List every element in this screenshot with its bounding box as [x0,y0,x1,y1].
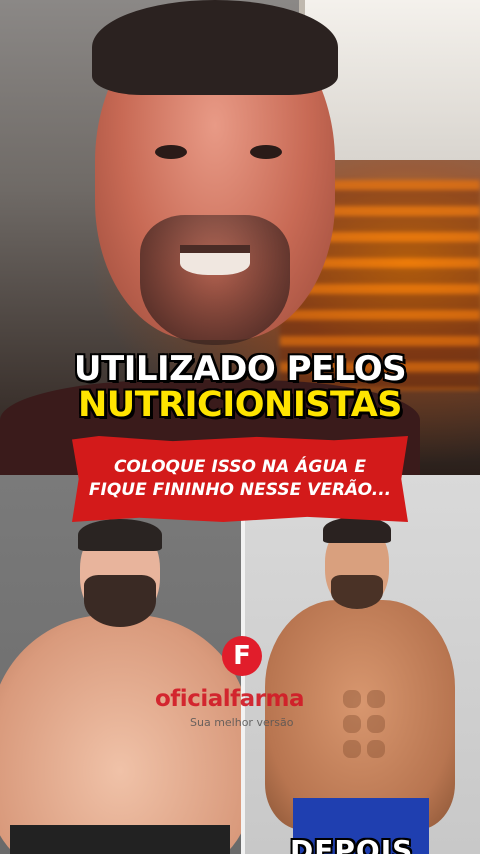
speaker-eye-right [250,145,282,159]
after-body [265,600,455,830]
before-shorts [10,825,230,854]
banner-line-1: COLOQUE ISSO NA ÁGUA E [113,457,367,477]
brand-logo-icon: F [222,636,262,676]
brand-watermark: oficialfarma [155,686,304,712]
brand-tagline: Sua melhor versão [190,716,294,729]
after-abs-2 [367,690,385,708]
speaker-eye-left [155,145,187,159]
headline-line-1: UTILIZADO PELOS [73,349,407,389]
after-hair [323,517,391,543]
before-body [0,615,241,854]
after-abs-5 [343,740,361,758]
speaker-mouth [180,245,250,275]
before-hair [78,519,162,551]
after-photo-panel [245,475,480,854]
headline-line-2: NUTRICIONISTAS [78,385,403,425]
after-abs-4 [367,715,385,733]
after-abs-1 [343,690,361,708]
speaker-hair [92,0,338,95]
after-abs-3 [343,715,361,733]
after-beard [331,575,383,609]
banner-text: COLOQUE ISSO NA ÁGUA E FIQUE FININHO NES… [80,456,400,502]
banner-line-2: FIQUE FININHO NESSE VERÃO... [88,480,392,500]
speaker-beard [140,215,290,345]
after-label: DEPOIS [290,834,414,854]
before-beard [84,575,156,627]
video-frame: UTILIZADO PELOS NUTRICIONISTAS DEPOIS CO… [0,0,480,854]
before-photo-panel [0,475,241,854]
after-abs-6 [367,740,385,758]
